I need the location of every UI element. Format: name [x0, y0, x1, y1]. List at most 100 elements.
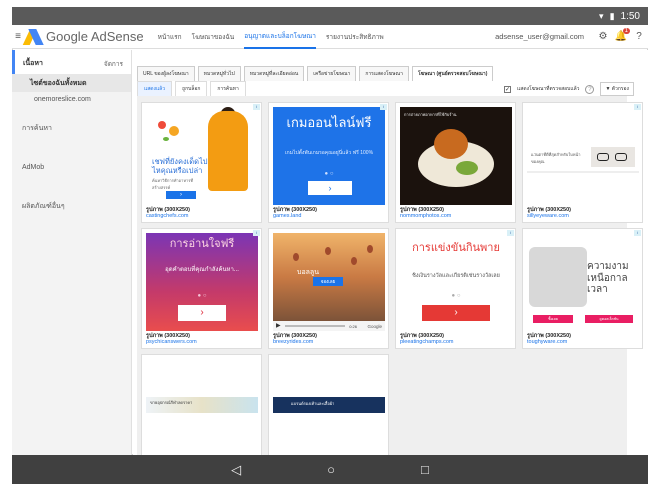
ad-cta-button[interactable]: ซื้อเลย [533, 315, 573, 323]
ad-headline: เชฟที่ยังคงเด็ดไปไหคุณหรือเปล่า [152, 157, 208, 175]
sidebar-content-header: เนื้อหา จัดการ [12, 50, 131, 74]
balloon-image [325, 247, 331, 255]
ad-thumbnail[interactable]: แว่นตาที่ดีที่สุดสำหรับใบหน้าของคุณ [527, 107, 639, 205]
ad-site[interactable]: breezyrides.com [273, 339, 313, 345]
subtab-blocked[interactable]: ถูกบล็อก [175, 81, 208, 97]
ad-site[interactable]: nommomphotos.com [400, 213, 451, 219]
filter-row: ✓ แสดงโฆษณาที่ตรวจสอบแล้ว ? ▼ ตัวกรอง [504, 82, 634, 96]
ad-site[interactable]: sillyeyeware.com [527, 213, 569, 219]
ad-subtext: เกมไปตั้งพันเกมรอคุณอยู่นี่แล้ว ฟรี 100% [284, 150, 374, 156]
sidebar-item-search[interactable]: การค้นหา [12, 111, 131, 152]
ad-choices-icon[interactable]: i [253, 230, 260, 236]
ad-thumbnail[interactable]: การอ่านใจฟรี อุดคำตอบที่คุณกำลังค้นหา...… [146, 233, 258, 331]
sidebar-item-site[interactable]: onemoreslice.com [12, 92, 131, 111]
ad-card[interactable]: การแข่งขันกินพาย ชิงเงินรางวัลและเกียรติ… [395, 228, 516, 349]
notifications-icon[interactable]: 🔔 1 [612, 28, 630, 42]
ad-thumbnail[interactable]: แบรนด์รองเท้าและเสื้อผ้า [273, 359, 385, 457]
show-reviewed-label: แสดงโฆษณาที่ตรวจสอบแล้ว [517, 86, 580, 92]
help-circle-icon[interactable]: ? [585, 84, 595, 94]
ad-site[interactable]: psychicanswers.com [146, 339, 197, 345]
ad-headline: การแข่งขันกินพาย [412, 242, 500, 254]
ad-thumbnail[interactable]: ความงามเหนือกาลเวลา ซื้อเลย ดูคอลเล็กชัน [527, 233, 639, 331]
nav-performance-reports[interactable]: รายงานประสิทธิภาพ [326, 25, 384, 49]
ad-thumbnail[interactable]: เชฟที่ยังคงเด็ดไปไหคุณหรือเปล่า ค้นหาวิธ… [146, 107, 258, 205]
carousel-dots: ● ○ [451, 293, 461, 299]
ad-thumbnail[interactable]: การแข่งขันกินพาย ชิงเงินรางวัลและเกียรติ… [400, 233, 512, 331]
video-controls: ▶ 0:26 Google [273, 321, 385, 331]
ad-cta-button[interactable]: › [422, 305, 490, 321]
ad-choices-icon[interactable]: i [507, 230, 514, 236]
help-icon[interactable]: ? [630, 31, 648, 42]
ad-site[interactable]: games.land [273, 213, 301, 219]
tab-ad-review-center[interactable]: โฆษณา (ศูนย์ตรวจสอบโฆษณา) [411, 66, 494, 81]
ad-secondary-button[interactable]: ดูคอลเล็กชัน [585, 315, 633, 323]
chef-apron [208, 111, 248, 191]
tab-ad-networks[interactable]: เครือข่ายโฆษณา [307, 66, 357, 81]
ad-site[interactable]: pleeatingchamps.com [400, 339, 454, 345]
ad-thumbnail[interactable]: เกมออนไลน์ฟรี เกมไปตั้งพันเกมรอคุณอยู่นี… [273, 107, 385, 205]
play-icon[interactable]: ▶ [276, 322, 281, 329]
ad-thumbnail[interactable]: บอลลูน จองเลย ▶ 0:26 Google [273, 233, 385, 331]
ad-cta-button[interactable]: › [308, 181, 352, 195]
manage-link[interactable]: จัดการ [104, 59, 123, 69]
ad-cta-button[interactable]: › [178, 305, 226, 321]
eyeglasses-image [591, 147, 635, 167]
settings-icon[interactable]: ⚙ [594, 31, 612, 42]
fruit-illustration [154, 117, 184, 147]
ad-headline: การอ่านใจฟรี [169, 238, 235, 250]
carousel-dots: ● ○ [324, 171, 334, 177]
ad-card[interactable]: บอลลูน จองเลย ▶ 0:26 Google รูปภาพ (300X… [268, 228, 389, 349]
ad-card[interactable]: เกมออนไลน์ฟรี เกมไปตั้งพันเกมรอคุณอยู่นี… [268, 102, 389, 223]
subtab-search[interactable]: การค้นหา [210, 81, 246, 97]
status-time: 1:50 [620, 10, 640, 22]
balloon-image [367, 245, 373, 253]
ad-site[interactable]: toughyware.com [527, 339, 567, 345]
user-email[interactable]: adsense_user@gmail.com [495, 32, 584, 41]
ad-headline: แบรนด์รองเท้าและเสื้อผ้า [291, 401, 335, 406]
ad-cta-button[interactable]: จองเลย [313, 277, 343, 286]
divider [527, 171, 639, 173]
ad-cta-button[interactable]: › [166, 191, 196, 199]
show-reviewed-checkbox[interactable]: ✓ [504, 85, 512, 93]
back-icon[interactable]: ◁ [231, 462, 241, 478]
category-tabs: URL ของผู้ลงโฆษณา หมวดหมู่ทั่วไป หมวดหมู… [137, 66, 494, 81]
ad-choices-icon[interactable]: i [634, 104, 641, 110]
status-bar: ▾ ▮ 1:50 [12, 7, 648, 25]
ad-card[interactable]: ความงามเหนือกาลเวลา ซื้อเลย ดูคอลเล็กชัน… [522, 228, 643, 349]
sidebar-item-admob[interactable]: AdMob [12, 152, 131, 189]
tab-general-categories[interactable]: หมวดหมู่ทั่วไป [197, 66, 241, 81]
ad-card[interactable]: เชฟที่ยังคงเด็ดไปไหคุณหรือเปล่า ค้นหาวิธ… [141, 102, 262, 223]
ad-site[interactable]: castingchefs.com [146, 213, 189, 219]
garnish-image [456, 161, 478, 175]
carousel-dots: ● ○ [197, 293, 207, 299]
nav-allow-block-ads[interactable]: อนุญาตและบล็อกโฆษณา [244, 25, 316, 49]
ad-choices-icon[interactable]: i [380, 104, 387, 110]
home-icon[interactable]: ○ [327, 462, 335, 477]
teacups-image [529, 247, 587, 307]
nav-my-ads[interactable]: โฆษณาของฉัน [192, 25, 235, 49]
video-progress[interactable] [285, 325, 345, 327]
ad-choices-icon[interactable]: i [634, 230, 641, 236]
dish-image [434, 129, 468, 159]
nav-home[interactable]: หน้าแรก [158, 25, 182, 49]
logo-text: Google AdSense [46, 29, 144, 44]
battery-icon: ▮ [609, 10, 615, 21]
tab-ad-serving[interactable]: การแสดงโฆษณา [359, 66, 409, 81]
sidebar-item-other-products[interactable]: ผลิตภัณฑ์อื่นๆ [12, 189, 131, 230]
recents-icon[interactable]: □ [421, 462, 429, 477]
tab-advertiser-urls[interactable]: URL ของผู้ลงโฆษณา [137, 66, 195, 81]
menu-icon[interactable]: ≡ [12, 31, 24, 42]
sidebar-item-all-sites[interactable]: ไซต์ของฉันทั้งหมด [12, 74, 131, 92]
ad-headline: ความงามเหนือกาลเวลา [587, 261, 629, 295]
ad-thumbnail[interactable]: ขายอุปกรณ์กีฬาลดราคา [146, 359, 258, 457]
ad-card[interactable]: แว่นตาที่ดีที่สุดสำหรับใบหน้าของคุณ i รู… [522, 102, 643, 223]
ad-subtext: ค้นหาวิธีการทำอาหารที่สร้างสรรค์ [152, 178, 193, 190]
subtab-shown[interactable]: แสดงแล้ว [137, 81, 173, 97]
filter-button[interactable]: ▼ ตัวกรอง [600, 82, 634, 96]
ad-card[interactable]: การถ่ายภาพอาหารที่ใช้กับร้าน รูปภาพ (300… [395, 102, 516, 223]
ad-headline: ขายอุปกรณ์กีฬาลดราคา [150, 400, 193, 405]
ad-thumbnail[interactable]: การถ่ายภาพอาหารที่ใช้กับร้าน [400, 107, 512, 205]
tab-sensitive-categories[interactable]: หมวดหมู่ที่ละเอียดอ่อน [243, 66, 305, 81]
ad-card[interactable]: การอ่านใจฟรี อุดคำตอบที่คุณกำลังค้นหา...… [141, 228, 262, 349]
ad-choices-icon[interactable]: i [253, 104, 260, 110]
